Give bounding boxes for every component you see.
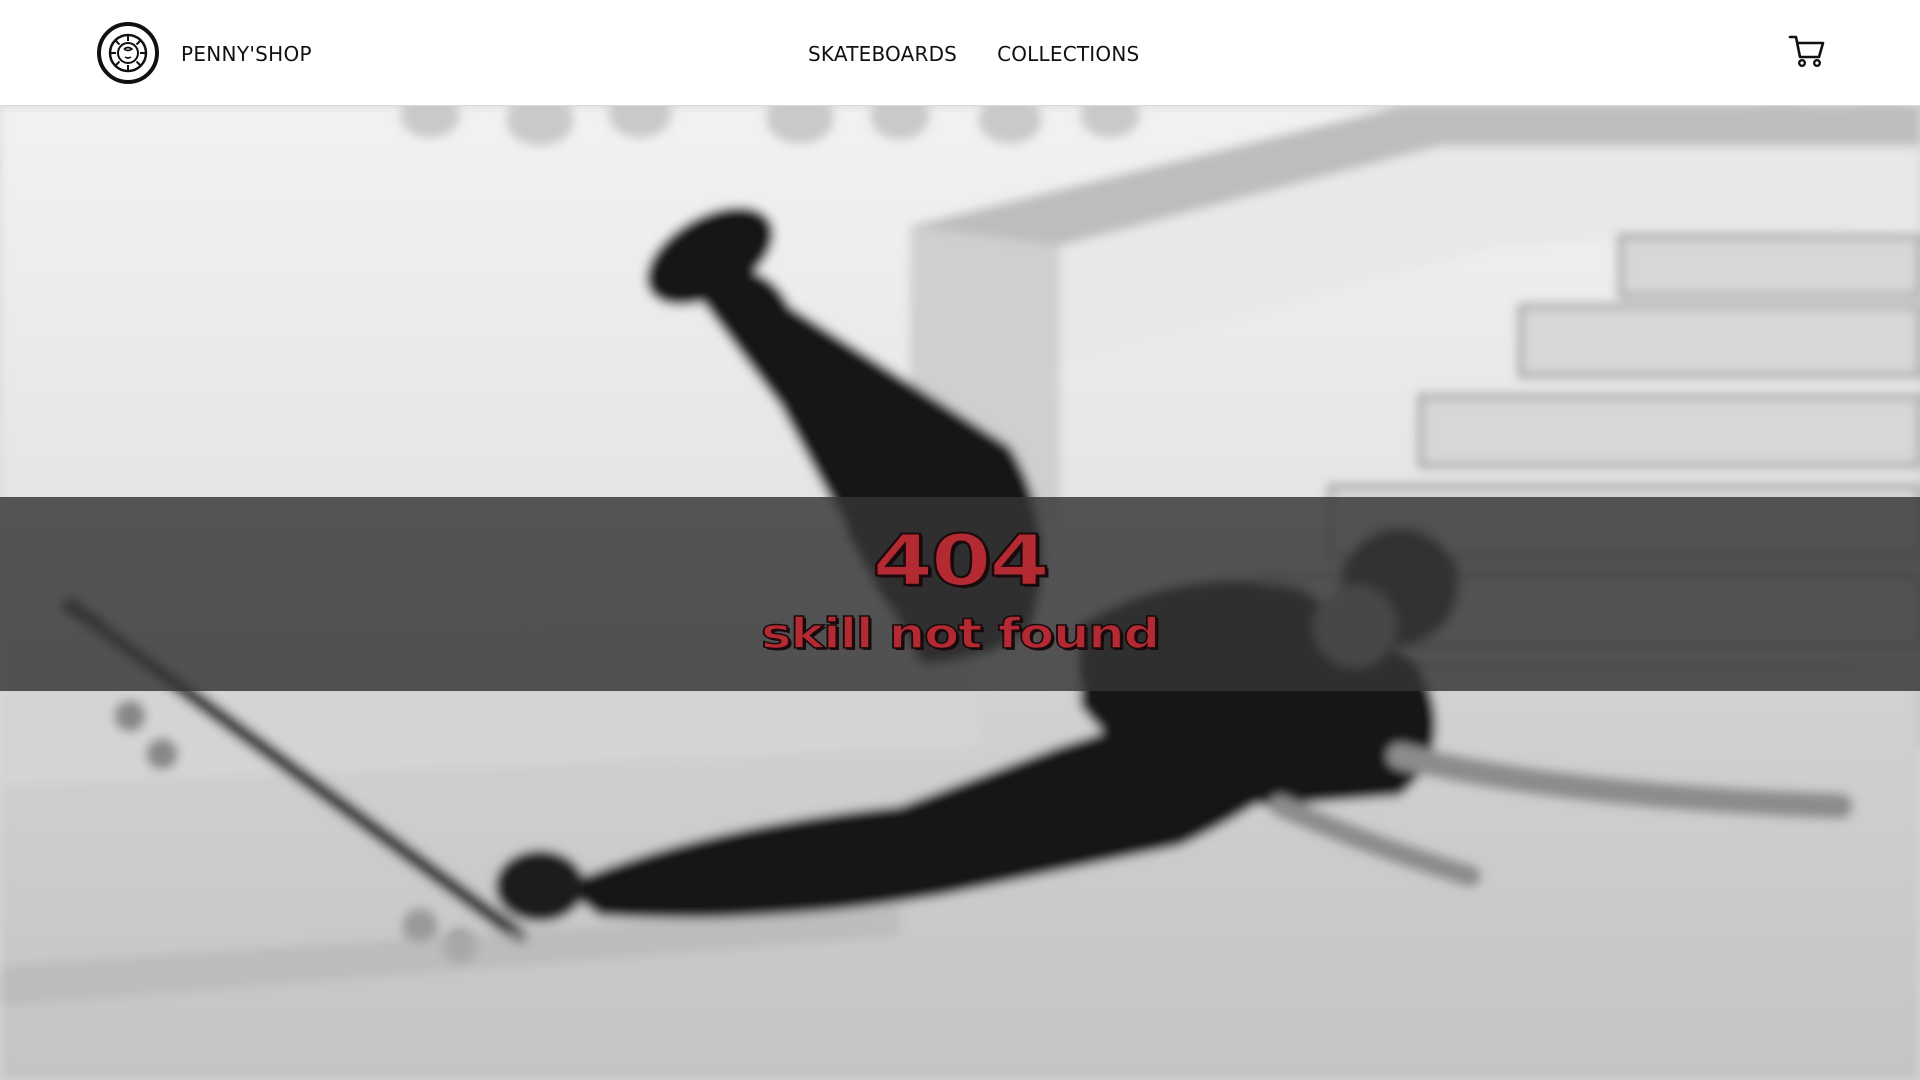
brand-name[interactable]: PENNY'SHOP [181,40,312,68]
nav-skateboards[interactable]: SKATEBOARDS [808,40,957,68]
error-banner: 404 skill not found [0,497,1920,691]
logo-icon[interactable] [96,21,160,85]
hero-background: 404 skill not found [0,106,1920,1080]
shopping-cart-icon[interactable] [1788,32,1826,70]
nav-collections[interactable]: COLLECTIONS [997,40,1139,68]
main-nav: SKATEBOARDS COLLECTIONS [808,40,1139,68]
error-code: 404 [871,520,1051,602]
error-message: skill not found [760,608,1161,659]
site-header: PENNY'SHOP SKATEBOARDS COLLECTIONS [0,0,1920,106]
